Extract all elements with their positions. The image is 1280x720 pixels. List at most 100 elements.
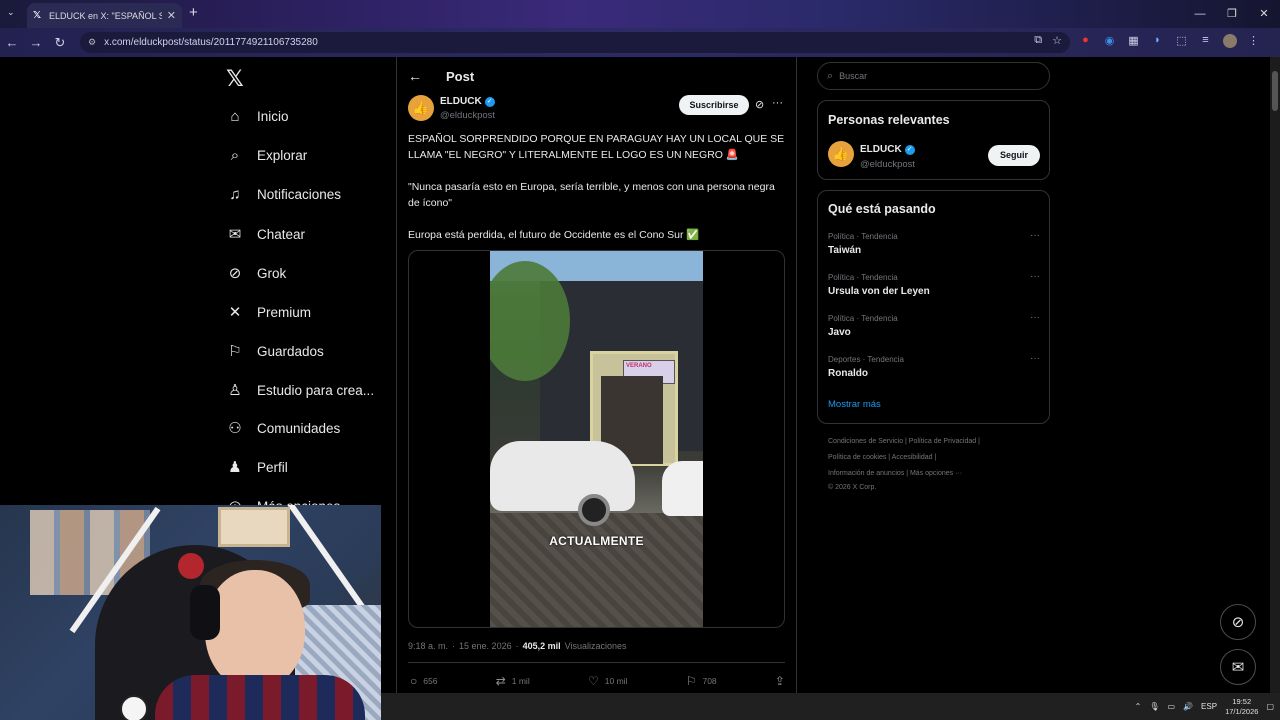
trend-category: Política · Tendencia bbox=[828, 232, 898, 241]
trend-item[interactable]: Política · Tendencia Taiwán ··· bbox=[828, 230, 1040, 256]
relevant-avatar[interactable]: 👍 bbox=[828, 141, 854, 167]
trend-more-icon[interactable]: ··· bbox=[1030, 353, 1040, 364]
relevant-name[interactable]: ELDUCK ✓ bbox=[860, 144, 915, 155]
extension-audio-icon[interactable]: ◗ bbox=[1150, 34, 1165, 51]
bookmark-icon: ⚐ bbox=[685, 674, 697, 688]
person-icon: ♟ bbox=[228, 459, 242, 476]
trend-category: Política · Tendencia bbox=[828, 273, 898, 282]
sidebar-item-perfil[interactable]: ♟ Perfil bbox=[227, 458, 288, 476]
footer-links-2[interactable]: Política de cookies | Accesibilidad | bbox=[828, 450, 1038, 466]
sidebar-item-label: Guardados bbox=[257, 343, 324, 359]
video-player[interactable]: VERANO ACTUALMENTE bbox=[490, 251, 703, 627]
relevant-handle[interactable]: @elduckpost bbox=[860, 159, 915, 170]
reading-list-icon[interactable]: ≡ bbox=[1198, 34, 1213, 51]
more-options-icon[interactable]: ··· bbox=[772, 97, 783, 109]
mail-icon: ✉ bbox=[1231, 659, 1245, 676]
restore-icon[interactable]: ❐ bbox=[1216, 0, 1248, 28]
like-button[interactable]: ♡ 10 mil bbox=[588, 674, 627, 688]
trending-card: Qué está pasando Política · Tendencia Ta… bbox=[817, 190, 1050, 424]
subscribe-button[interactable]: Suscribirse bbox=[679, 95, 749, 115]
language-indicator[interactable]: ESP bbox=[1201, 702, 1217, 711]
extension-red-icon[interactable]: ● bbox=[1078, 34, 1093, 51]
extensions-puzzle-icon[interactable]: ⬚ bbox=[1174, 34, 1189, 51]
extension-gray-icon[interactable]: ▦ bbox=[1126, 34, 1141, 51]
follow-button[interactable]: Seguir bbox=[988, 145, 1040, 166]
search-placeholder: Buscar bbox=[839, 71, 868, 81]
video-car-wheel bbox=[578, 494, 610, 526]
webcam-picture-frame bbox=[218, 507, 290, 547]
author-handle[interactable]: @elduckpost bbox=[440, 110, 495, 121]
post-text-paragraph-1: ESPAÑOL SORPRENDIDO PORQUE EN PARAGUAY H… bbox=[408, 133, 785, 161]
footer-links-1[interactable]: Condiciones de Servicio | Política de Pr… bbox=[828, 434, 1038, 450]
trend-more-icon[interactable]: ··· bbox=[1030, 312, 1040, 323]
taskbar: ⌃ 🎙 ▭ 🔊 ESP 19:52 17/1/2026 ▢ bbox=[381, 693, 1280, 720]
tab-close-icon[interactable]: ✕ bbox=[167, 9, 176, 22]
webcam-chair-logo bbox=[178, 553, 204, 579]
bookmark-button[interactable]: ⚐ 708 bbox=[686, 674, 717, 688]
profile-avatar-icon[interactable] bbox=[1222, 34, 1237, 51]
trend-more-icon[interactable]: ··· bbox=[1030, 271, 1040, 282]
grok-fab-button[interactable]: ⊘ bbox=[1220, 604, 1256, 640]
volume-icon[interactable]: 🔊 bbox=[1183, 702, 1193, 711]
browser-tab[interactable]: 𝕏 ELDUCK en X: "ESPAÑOL S... ✕ bbox=[27, 3, 182, 28]
post-media[interactable]: VERANO ACTUALMENTE bbox=[408, 250, 785, 628]
relevant-title: Personas relevantes bbox=[828, 113, 950, 127]
sidebar-item-premium[interactable]: ✕ Premium bbox=[227, 303, 311, 321]
author-name[interactable]: ELDUCK ✓ bbox=[440, 96, 495, 107]
post-date[interactable]: 15 ene. 2026 bbox=[459, 641, 512, 651]
share-icon: ⇪ bbox=[774, 674, 785, 688]
extension-blue-icon[interactable]: ◉ bbox=[1102, 34, 1117, 51]
grok-explain-icon[interactable]: ⊘ bbox=[755, 98, 764, 111]
reply-button[interactable]: ○ 656 bbox=[410, 674, 437, 688]
sidebar-item-chatear[interactable]: ✉ Chatear bbox=[227, 225, 305, 243]
forward-icon[interactable]: → bbox=[24, 35, 48, 50]
x-logo-icon[interactable]: 𝕏 bbox=[226, 66, 244, 92]
trend-item[interactable]: Política · Tendencia Javo ··· bbox=[828, 312, 1040, 338]
install-app-icon[interactable]: ⧉ bbox=[1034, 34, 1042, 47]
repost-count: 1 mil bbox=[511, 676, 530, 686]
sidebar-item-grok[interactable]: ⊘ Grok bbox=[227, 264, 287, 282]
url-bar[interactable]: ⚙ x.com/elduckpost/status/20117749211067… bbox=[80, 32, 1070, 53]
sidebar-item-notificaciones[interactable]: ♫ Notificaciones bbox=[227, 186, 341, 203]
bookmark-star-icon[interactable]: ☆ bbox=[1052, 34, 1062, 47]
author-avatar[interactable]: 👍 bbox=[408, 95, 434, 121]
taskbar-clock[interactable]: 19:52 17/1/2026 bbox=[1225, 697, 1258, 717]
messages-fab-button[interactable]: ✉ bbox=[1220, 649, 1256, 685]
back-arrow-icon[interactable]: ← bbox=[408, 68, 422, 84]
page-scrollbar[interactable] bbox=[1270, 57, 1280, 693]
grok-icon: ⊘ bbox=[1231, 614, 1245, 631]
tab-search-icon[interactable]: ⌄ bbox=[7, 7, 15, 18]
trend-item[interactable]: Política · Tendencia Ursula von der Leye… bbox=[828, 271, 1040, 297]
show-more-link[interactable]: Mostrar más bbox=[828, 399, 881, 410]
studio-icon: ♙ bbox=[228, 382, 242, 399]
new-tab-button[interactable]: + bbox=[189, 4, 198, 21]
post-actions: ○ 656 ⇄ 1 mil ♡ 10 mil ⚐ 708 ⇪ bbox=[410, 674, 785, 688]
sidebar-item-label: Perfil bbox=[257, 459, 288, 475]
trend-category: Deportes · Tendencia bbox=[828, 355, 904, 364]
sidebar-item-comunidades[interactable]: ⚇ Comunidades bbox=[227, 419, 340, 437]
reload-icon[interactable]: ↻ bbox=[48, 35, 72, 51]
notifications-icon[interactable]: ▢ bbox=[1266, 702, 1274, 711]
minimize-icon[interactable]: — bbox=[1184, 0, 1216, 28]
share-button[interactable]: ⇪ bbox=[775, 674, 785, 688]
post-time[interactable]: 9:18 a. m. bbox=[408, 641, 448, 651]
scrollbar-thumb[interactable] bbox=[1272, 71, 1278, 111]
repost-button[interactable]: ⇄ 1 mil bbox=[496, 674, 530, 688]
post-text-paragraph-2: "Nunca pasaría esto en Europa, sería ter… bbox=[408, 181, 775, 209]
search-input[interactable]: ⌕ Buscar bbox=[817, 62, 1050, 90]
microphone-icon[interactable]: 🎙 bbox=[1149, 702, 1159, 711]
browser-menu-icon[interactable]: ⋮ bbox=[1246, 34, 1261, 51]
trend-item[interactable]: Deportes · Tendencia Ronaldo ··· bbox=[828, 353, 1040, 379]
site-info-icon[interactable]: ⚙ bbox=[88, 37, 96, 48]
close-window-icon[interactable]: ✕ bbox=[1248, 0, 1280, 28]
sidebar-item-inicio[interactable]: ⌂ Inicio bbox=[227, 108, 288, 125]
clock-time: 19:52 bbox=[1232, 696, 1252, 706]
network-icon[interactable]: ▭ bbox=[1168, 702, 1176, 711]
tray-expand-icon[interactable]: ⌃ bbox=[1135, 702, 1142, 711]
trend-name: Ronaldo bbox=[828, 368, 868, 379]
trend-more-icon[interactable]: ··· bbox=[1030, 230, 1040, 241]
back-icon[interactable]: ← bbox=[0, 35, 24, 50]
sidebar-item-guardados[interactable]: ⚐ Guardados bbox=[227, 342, 324, 360]
sidebar-item-estudio[interactable]: ♙ Estudio para crea... bbox=[227, 381, 374, 399]
sidebar-item-explorar[interactable]: ⌕ Explorar bbox=[227, 147, 307, 164]
